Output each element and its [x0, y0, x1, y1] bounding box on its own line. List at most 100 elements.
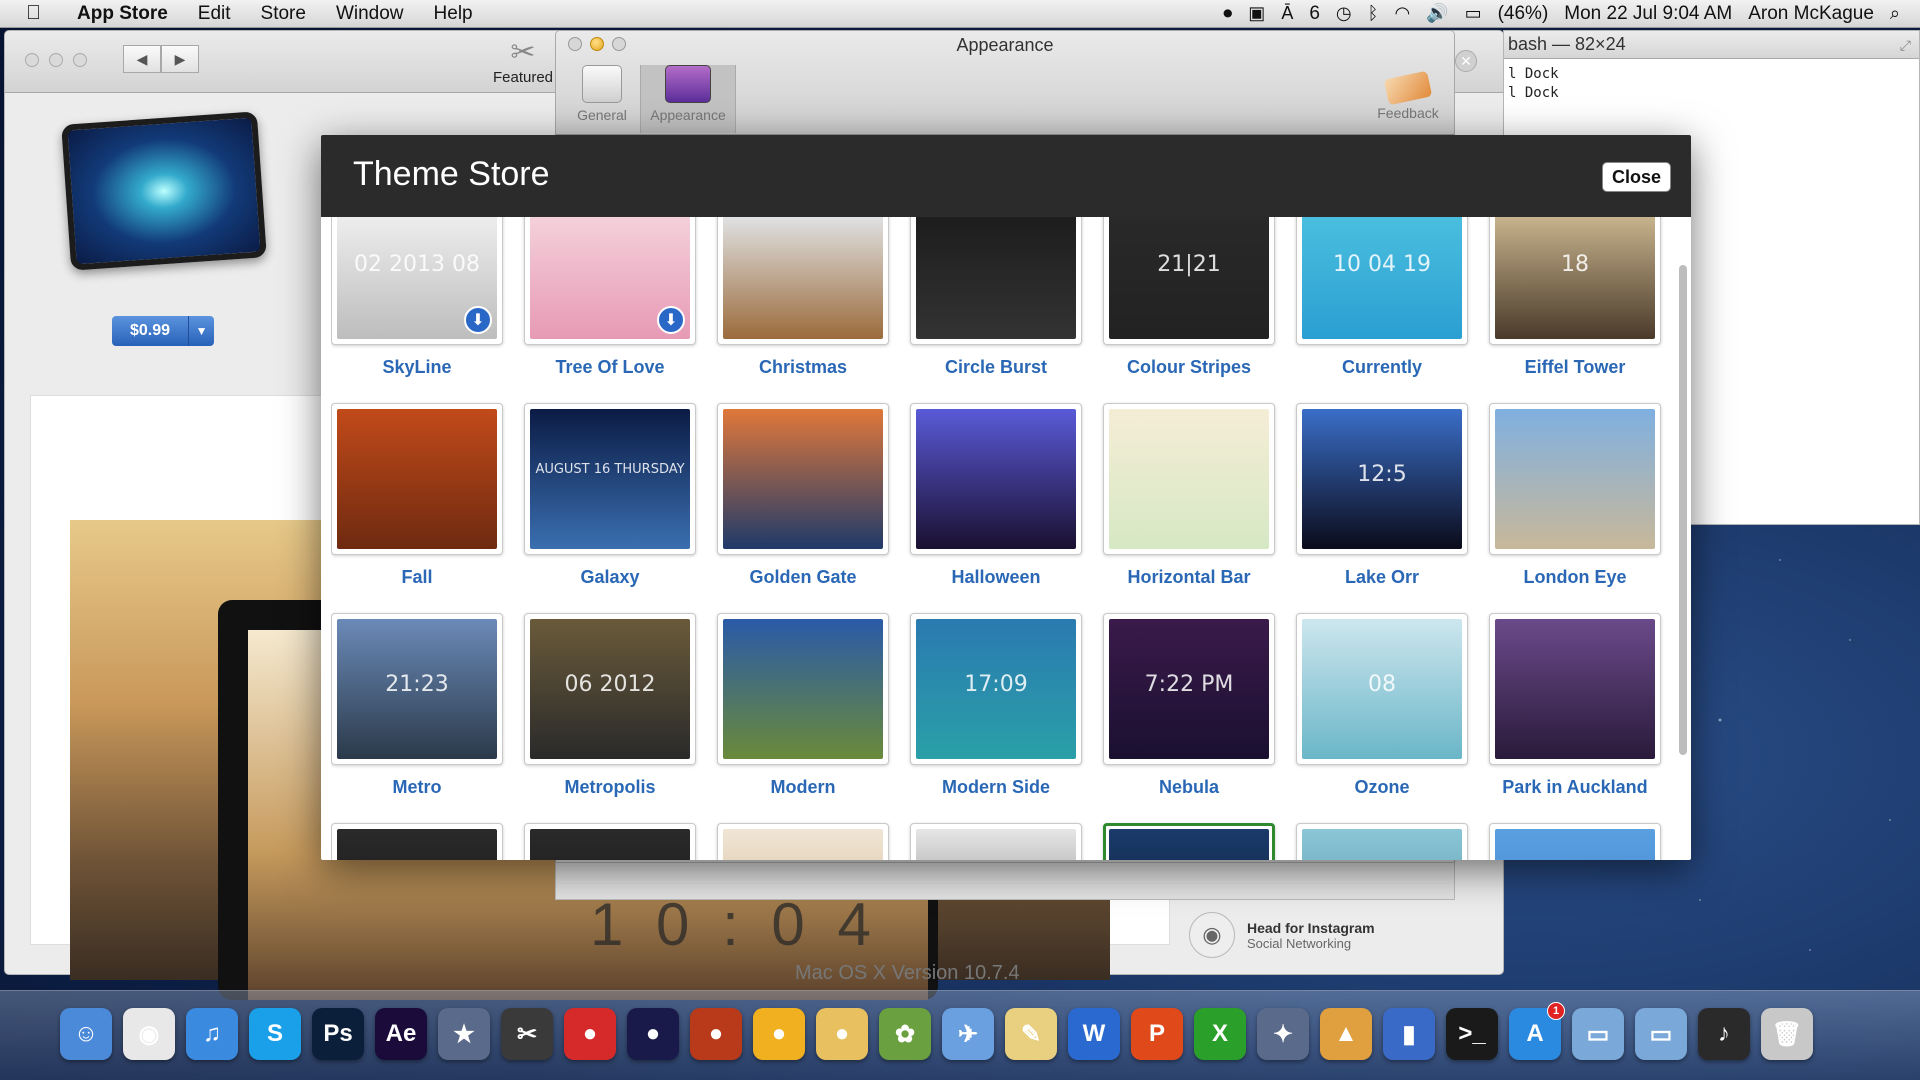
clock[interactable]: Mon 22 Jul 9:04 AM — [1564, 3, 1732, 25]
theme-thumbnail[interactable]: 7:22 PM — [1103, 613, 1275, 765]
theme-name[interactable]: Ozone — [1296, 777, 1468, 798]
close-window-button[interactable] — [25, 53, 39, 67]
angry-birds-star-wars-icon[interactable]: ● — [690, 1008, 742, 1060]
skype-icon[interactable]: S — [249, 1008, 301, 1060]
scrollbar[interactable] — [1679, 265, 1687, 755]
terminal-output[interactable]: l Dock l Dock — [1504, 59, 1919, 109]
theme-name[interactable]: Lake Orr — [1296, 567, 1468, 588]
app-store-icon[interactable]: A1 — [1509, 1002, 1565, 1060]
theme-thumbnail[interactable] — [1103, 403, 1275, 555]
theme-thumbnail[interactable] — [717, 403, 889, 555]
theme-thumbnail[interactable]: 16:53:49 - 3/12 — [524, 823, 696, 860]
theme-thumbnail[interactable]: 02 2013 08 ⬇ — [331, 217, 503, 345]
menu-window[interactable]: Window — [321, 3, 419, 25]
theme-name[interactable]: Nebula — [1103, 777, 1275, 798]
theme-thumbnail[interactable]: ⬇ — [524, 217, 696, 345]
display-icon[interactable]: ▣ — [1248, 3, 1265, 24]
theme-thumbnail[interactable]: 05:43:47 PM - 19/06 — [331, 823, 503, 860]
related-app[interactable]: ◉ Head for Instagram Social Networking — [1175, 900, 1475, 970]
angry-birds-space-icon[interactable]: ● — [627, 1008, 679, 1060]
theme-tile[interactable]: 17:09 Modern Side — [910, 613, 1082, 798]
search-clear-icon[interactable]: ✕ — [1455, 50, 1477, 72]
theme-name[interactable]: Fall — [331, 567, 503, 588]
applications-folder-icon[interactable]: ▭ — [1572, 1008, 1624, 1060]
theme-tile[interactable]: 18 Eiffel Tower — [1489, 217, 1661, 378]
theme-name[interactable]: Galaxy — [524, 567, 696, 588]
theme-name[interactable]: Park in Auckland — [1489, 777, 1661, 798]
theme-name[interactable]: SkyLine — [331, 357, 503, 378]
theme-tile[interactable]: Park in Auckland — [1489, 613, 1661, 798]
theme-tile[interactable] — [910, 823, 1082, 860]
theme-name[interactable]: Tree Of Love — [524, 357, 696, 378]
theme-tile[interactable] — [717, 823, 889, 860]
theme-tile[interactable]: Modern — [717, 613, 889, 798]
theme-thumbnail[interactable] — [910, 403, 1082, 555]
download-icon[interactable]: ⬇ — [464, 306, 492, 334]
numbers-icon[interactable]: ▮ — [1383, 1008, 1435, 1060]
bluetooth-icon[interactable]: ᛒ — [1368, 3, 1379, 24]
theme-tile[interactable]: MARCH 12 MONDAY — [1103, 823, 1275, 860]
back-button[interactable]: ◀ — [123, 45, 161, 73]
theme-name[interactable]: Circle Burst — [910, 357, 1082, 378]
trash-icon[interactable]: 🗑 — [1761, 1008, 1813, 1060]
theme-thumbnail[interactable] — [910, 823, 1082, 860]
airplane-game-icon[interactable]: ✈ — [942, 1008, 994, 1060]
angry-birds-icon[interactable]: ● — [564, 1008, 616, 1060]
download-icon[interactable]: ⬇ — [657, 306, 685, 334]
bad-piggies-icon[interactable]: ● — [753, 1008, 805, 1060]
fullscreen-icon[interactable]: ⤢ — [1900, 37, 1911, 54]
forward-button[interactable]: ▶ — [161, 45, 199, 73]
theme-tile[interactable]: 10 04 19 Currently — [1296, 217, 1468, 378]
theme-tile[interactable]: 21|21 Colour Stripes — [1103, 217, 1275, 378]
directory-utility-icon[interactable]: ✦ — [1257, 1008, 1309, 1060]
theme-name[interactable]: Modern — [717, 777, 889, 798]
imovie-icon[interactable]: ★ — [438, 1008, 490, 1060]
battery-percent[interactable]: (46%) — [1498, 3, 1549, 25]
close-button[interactable]: Close — [1601, 162, 1671, 192]
theme-thumbnail[interactable] — [331, 403, 503, 555]
volume-icon[interactable]: 🔊 — [1426, 3, 1448, 24]
excel-icon[interactable]: X — [1194, 1008, 1246, 1060]
price-label[interactable]: $0.99 — [112, 316, 189, 346]
battery-icon[interactable]: ▭ — [1465, 3, 1482, 24]
theme-thumbnail[interactable]: AUGUST 16 THURSDAY — [524, 403, 696, 555]
itunes-icon[interactable]: ♫ — [186, 1008, 238, 1060]
theme-name[interactable]: Golden Gate — [717, 567, 889, 588]
plants-vs-zombies-icon[interactable]: ✿ — [879, 1008, 931, 1060]
theme-thumbnail[interactable] — [1489, 613, 1661, 765]
wifi-icon[interactable]: ◠ — [1394, 3, 1410, 24]
theme-name[interactable]: Christmas — [717, 357, 889, 378]
menu-store[interactable]: Store — [246, 3, 321, 25]
theme-thumbnail[interactable]: 08 — [1296, 613, 1468, 765]
theme-tile[interactable]: 16:53:49 - 3/12 — [524, 823, 696, 860]
keynote-icon[interactable]: ▲ — [1320, 1008, 1372, 1060]
after-effects-icon[interactable]: Ae — [375, 1008, 427, 1060]
terminal-icon[interactable]: >_ — [1446, 1008, 1498, 1060]
theme-tile[interactable]: 21:23 Metro — [331, 613, 503, 798]
pen-app-icon[interactable]: ✎ — [1005, 1008, 1057, 1060]
theme-name[interactable]: Metropolis — [524, 777, 696, 798]
adobe-icon[interactable]: Ā — [1281, 3, 1293, 24]
theme-name[interactable]: Modern Side — [910, 777, 1082, 798]
theme-tile[interactable]: 7:22 PM Nebula — [1103, 613, 1275, 798]
menu-help[interactable]: Help — [419, 3, 488, 25]
theme-tile[interactable]: London Eye — [1489, 403, 1661, 588]
final-cut-icon[interactable]: ✂ — [501, 1008, 553, 1060]
theme-thumbnail[interactable]: 10 04 19 — [1296, 217, 1468, 345]
menu-edit[interactable]: Edit — [183, 3, 246, 25]
theme-thumbnail[interactable] — [717, 613, 889, 765]
theme-tile[interactable]: AUGUST 16 THURSDAY Galaxy — [524, 403, 696, 588]
theme-tile[interactable]: Fall — [331, 403, 503, 588]
theme-tile[interactable] — [1296, 823, 1468, 860]
spotlight-icon[interactable]: ⌕ — [1890, 3, 1900, 24]
theme-thumbnail[interactable]: 12:5 — [1296, 403, 1468, 555]
theme-name[interactable]: Colour Stripes — [1103, 357, 1275, 378]
time-machine-icon[interactable]: ◷ — [1336, 3, 1352, 24]
word-icon[interactable]: W — [1068, 1008, 1120, 1060]
cut-the-rope-icon[interactable]: ● — [816, 1008, 868, 1060]
tab-appearance[interactable]: Appearance — [640, 65, 736, 133]
theme-thumbnail[interactable]: 18 — [1489, 217, 1661, 345]
theme-tile[interactable]: 12:5 Lake Orr — [1296, 403, 1468, 588]
apple-menu-icon[interactable]:  — [26, 2, 62, 25]
theme-thumbnail[interactable] — [1489, 823, 1661, 860]
